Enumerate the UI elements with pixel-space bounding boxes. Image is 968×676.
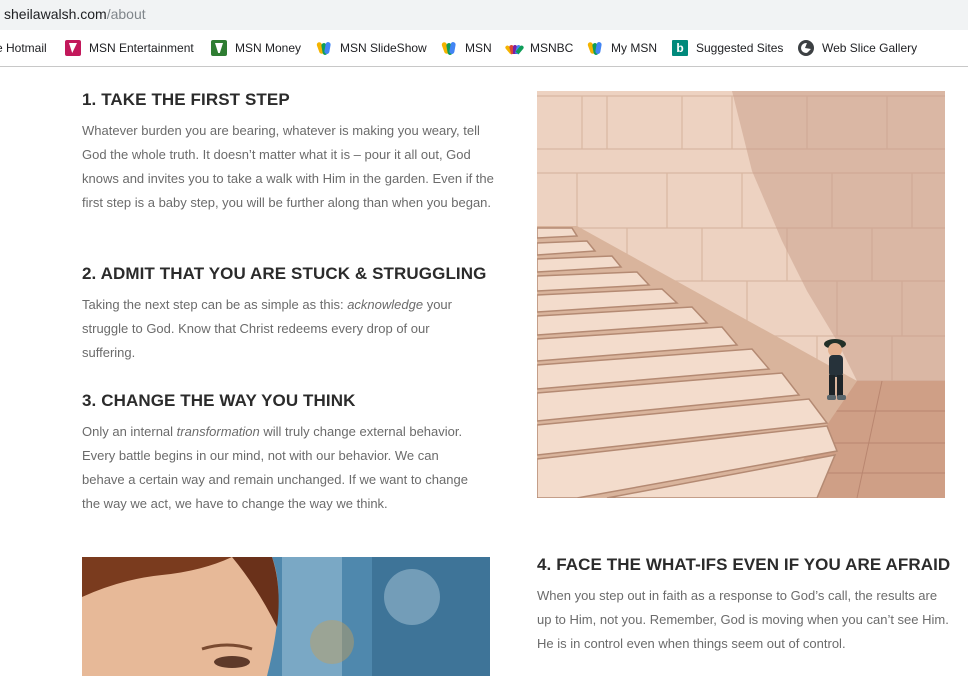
favorite-label: MSNBC xyxy=(530,41,574,55)
favorite-msnbc[interactable]: MSNBC xyxy=(504,39,574,57)
favorites-bar: e Hotmail MSN Entertainment MSN Money MS… xyxy=(0,30,968,67)
favorite-hotmail[interactable]: e Hotmail xyxy=(0,39,47,57)
address-bar[interactable]: sheilawalsh.com/about xyxy=(0,0,968,30)
favorite-msn-entertainment[interactable]: MSN Entertainment xyxy=(65,39,194,57)
favorite-msn[interactable]: MSN xyxy=(441,39,492,57)
globe-icon xyxy=(798,40,814,56)
msn-money-icon xyxy=(211,40,227,56)
section-body: Only an internal transformation will tru… xyxy=(82,420,482,516)
url-domain: sheilawalsh.com xyxy=(4,6,107,22)
section-face-what-ifs: 4. FACE THE WHAT-IFS EVEN IF YOU ARE AFR… xyxy=(537,555,951,656)
favorite-label: Suggested Sites xyxy=(696,41,784,55)
msn-butterfly-icon xyxy=(316,40,332,56)
url-text[interactable]: sheilawalsh.com/about xyxy=(4,6,146,22)
nbc-peacock-icon xyxy=(504,40,525,56)
favorite-label: e Hotmail xyxy=(0,41,47,55)
section-take-first-step: 1. TAKE THE FIRST STEP Whatever burden y… xyxy=(82,90,494,215)
section-body: Whatever burden you are bearing, whateve… xyxy=(82,123,494,210)
favorite-suggested-sites[interactable]: b Suggested Sites xyxy=(672,39,783,57)
emphasis-text: acknowledge xyxy=(347,297,424,312)
woman-portrait-photo xyxy=(82,557,490,676)
bing-icon: b xyxy=(672,40,688,56)
section-heading: 3. CHANGE THE WAY YOU THINK xyxy=(82,391,356,410)
section-heading: 4. FACE THE WHAT-IFS EVEN IF YOU ARE AFR… xyxy=(537,555,951,574)
body-text: Taking the next step can be as simple as… xyxy=(82,297,348,312)
section-change-thinking: 3. CHANGE THE WAY YOU THINK Only an inte… xyxy=(82,391,482,516)
favorite-label: MSN xyxy=(465,41,492,55)
favorite-label: My MSN xyxy=(611,41,657,55)
favorite-label: Web Slice Gallery xyxy=(822,41,918,55)
favorite-web-slice-gallery[interactable]: Web Slice Gallery xyxy=(798,39,917,57)
favorite-label: MSN Money xyxy=(235,41,302,55)
favorite-label: MSN Entertainment xyxy=(89,41,194,55)
section-admit-stuck: 2. ADMIT THAT YOU ARE STUCK & STRUGGLING… xyxy=(82,264,487,365)
section-heading: 2. ADMIT THAT YOU ARE STUCK & STRUGGLING xyxy=(82,264,487,283)
stairs-child-photo xyxy=(537,91,945,498)
favorite-msn-money[interactable]: MSN Money xyxy=(211,39,301,57)
favorite-msn-slideshow[interactable]: MSN SlideShow xyxy=(316,39,427,57)
favorite-label: MSN SlideShow xyxy=(340,41,427,55)
msn-butterfly-icon xyxy=(441,40,457,56)
msn-butterfly-icon xyxy=(587,40,603,56)
section-body: When you step out in faith as a response… xyxy=(537,588,949,651)
section-body: Taking the next step can be as simple as… xyxy=(82,293,482,365)
favorite-my-msn[interactable]: My MSN xyxy=(587,39,657,57)
emphasis-text: transformation xyxy=(176,424,260,439)
msn-entertainment-icon xyxy=(65,40,81,56)
url-path: /about xyxy=(106,6,146,22)
body-text: Only an internal xyxy=(82,424,177,439)
section-heading: 1. TAKE THE FIRST STEP xyxy=(82,90,290,109)
page-content: 1. TAKE THE FIRST STEP Whatever burden y… xyxy=(0,67,968,676)
